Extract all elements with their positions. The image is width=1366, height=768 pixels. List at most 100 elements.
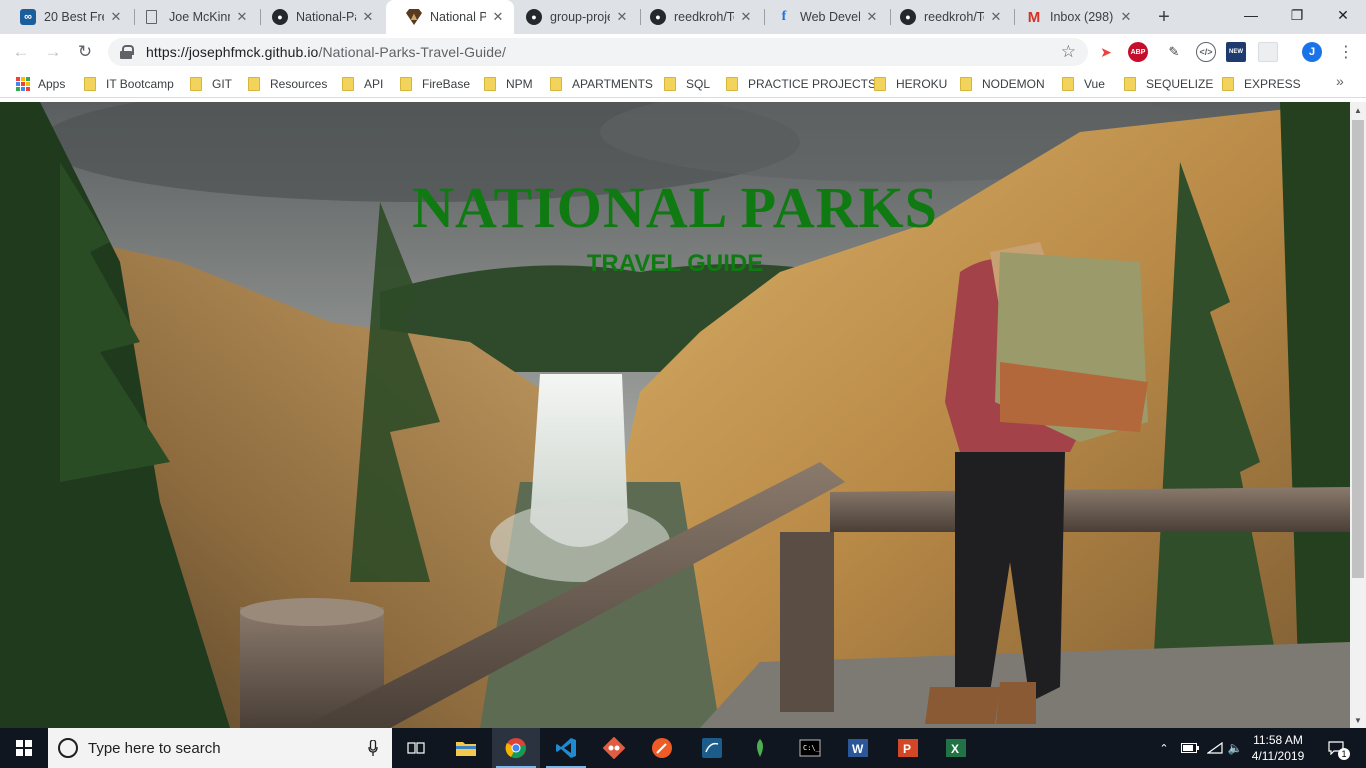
excel-icon[interactable]: X [932,728,980,768]
adblock-plus-icon[interactable]: ABP [1128,42,1148,62]
github-icon: ● [526,9,542,25]
minimize-button[interactable]: — [1228,0,1274,30]
mysql-workbench-icon[interactable] [688,728,736,768]
github-icon: ● [900,9,916,25]
tab-title: National-Pa [296,10,356,24]
battery-icon[interactable] [1178,728,1202,768]
eyedropper-extension-icon[interactable]: ✎ [1164,42,1184,62]
clock-date: 4/11/2019 [1251,749,1305,763]
bookmark-folder-firebase[interactable]: FireBase [400,70,470,98]
close-icon[interactable]: ✕ [490,9,506,25]
bookmark-folder-vue[interactable]: Vue [1062,70,1105,98]
bookmark-folder-npm[interactable]: NPM [484,70,533,98]
tab-reedkroh-1[interactable]: ● reedkroh/To ✕ [630,0,762,34]
bookmark-label: Resources [270,77,328,91]
bookmark-star-icon[interactable]: ☆ [1061,42,1076,62]
new-tab-button[interactable]: + [1152,5,1176,29]
taskbar-search-input[interactable] [88,739,338,757]
notification-count: 1 [1338,748,1350,760]
windows-start-button[interactable] [0,728,48,768]
tab-inbox[interactable]: M Inbox (298) ✕ [1006,0,1142,34]
wifi-icon[interactable] [1204,728,1226,768]
tab-20-best-free[interactable]: ∞ 20 Best Free ✕ [0,0,132,34]
clock-time: 11:58 AM [1253,733,1303,747]
tab-national-parks-active[interactable]: ▲ National Pa ✕ [386,0,514,34]
back-button[interactable]: ← [8,39,34,65]
bookmark-folder-sequelize[interactable]: SEQUELIZE [1124,70,1213,98]
code-extension-icon[interactable]: </> [1196,42,1216,62]
postman-icon[interactable] [638,728,686,768]
bookmark-label: PRACTICE PROJECTS [748,77,877,91]
chrome-icon[interactable] [492,728,540,768]
bookmark-folder-resources[interactable]: Resources [248,70,327,98]
close-icon[interactable]: ✕ [614,9,630,25]
bookmark-folder-apartments[interactable]: APARTMENTS [550,70,653,98]
bookmark-folder-practice-projects[interactable]: PRACTICE PROJECTS [726,70,876,98]
lock-icon[interactable] [120,45,134,59]
tab-title: reedkroh/To [674,10,734,24]
file-explorer-icon[interactable] [442,728,490,768]
mongodb-compass-icon[interactable] [736,728,784,768]
bookmark-folder-sql[interactable]: SQL [664,70,710,98]
tab-national-pa-github[interactable]: ● National-Pa ✕ [252,0,384,34]
close-icon[interactable]: ✕ [360,9,376,25]
terminal-icon[interactable]: C:\_ [786,728,834,768]
profile-avatar[interactable]: J [1302,42,1322,62]
arrow-extension-icon[interactable]: ➤ [1096,42,1116,62]
tab-reedkroh-2[interactable]: ● reedkroh/To ✕ [880,0,1012,34]
bookmark-folder-heroku[interactable]: HEROKU [874,70,947,98]
close-icon[interactable]: ✕ [988,9,1004,25]
close-icon[interactable]: ✕ [738,9,754,25]
tab-title: Joe McKinn [169,10,230,24]
blank-extension-icon[interactable] [1258,42,1278,62]
microphone-icon[interactable] [368,740,378,756]
close-icon[interactable]: ✕ [864,9,880,25]
restore-button[interactable]: ❐ [1274,0,1320,30]
bookmark-folder-git[interactable]: GIT [190,70,232,98]
bookmark-label: SQL [686,77,711,91]
task-view-icon[interactable] [392,728,440,768]
tab-joe-mckinn[interactable]: Joe McKinn ✕ [126,0,258,34]
bookmark-label: FireBase [422,77,471,91]
action-center-icon[interactable]: 1 [1322,728,1350,768]
bookmark-folder-api[interactable]: API [342,70,383,98]
bookmark-folder-nodemon[interactable]: NODEMON [960,70,1045,98]
bookmarks-bar: Apps IT Bootcamp GIT Resources API FireB… [0,70,1366,98]
page-content: NATIONAL PARKS TRAVEL GUIDE [0,102,1350,728]
url-text[interactable]: https://josephfmck.github.io/National-Pa… [146,44,506,60]
word-icon[interactable]: W [834,728,882,768]
bookmarks-overflow-icon[interactable]: » [1336,73,1344,89]
powerpoint-icon[interactable]: P [884,728,932,768]
address-bar[interactable]: https://josephfmck.github.io/National-Pa… [108,38,1088,66]
scroll-thumb[interactable] [1352,120,1364,578]
bookmark-folder-it-bootcamp[interactable]: IT Bootcamp [84,70,174,98]
forward-button[interactable]: → [40,39,66,65]
page-scrollbar[interactable]: ▲ ▼ [1350,102,1366,728]
tab-group-proje[interactable]: ● group-proje ✕ [506,0,638,34]
info-f-icon: f [781,9,787,24]
folder-icon [400,77,412,91]
folder-icon [1124,77,1136,91]
show-hidden-icons-chevron-icon[interactable]: ⌃ [1152,728,1176,768]
close-icon[interactable]: ✕ [234,9,250,25]
chrome-menu-icon[interactable]: ⋮ [1336,40,1356,64]
bookmark-label: Vue [1084,77,1105,91]
close-icon[interactable]: ✕ [108,9,124,25]
gitkraken-icon[interactable] [590,728,638,768]
bookmark-label: API [364,77,384,91]
tab-title: Web Develo [800,10,860,24]
bookmark-folder-express[interactable]: EXPRESS [1222,70,1301,98]
bookmark-apps[interactable]: Apps [16,70,65,98]
bookmark-label: Apps [38,77,66,91]
reload-button[interactable]: ↻ [72,39,98,65]
scroll-down-arrow-icon[interactable]: ▼ [1350,712,1366,728]
tab-web-develo[interactable]: f Web Develo ✕ [756,0,888,34]
scroll-up-arrow-icon[interactable]: ▲ [1350,102,1366,118]
close-window-button[interactable]: ✕ [1320,0,1366,30]
system-clock[interactable]: 11:58 AM 4/11/2019 [1238,732,1318,764]
new-badge-extension-icon[interactable]: NEW [1226,42,1246,62]
close-icon[interactable]: ✕ [1118,9,1134,25]
folder-icon [342,77,354,91]
taskbar-search[interactable] [48,728,392,768]
vscode-icon[interactable] [542,728,590,768]
